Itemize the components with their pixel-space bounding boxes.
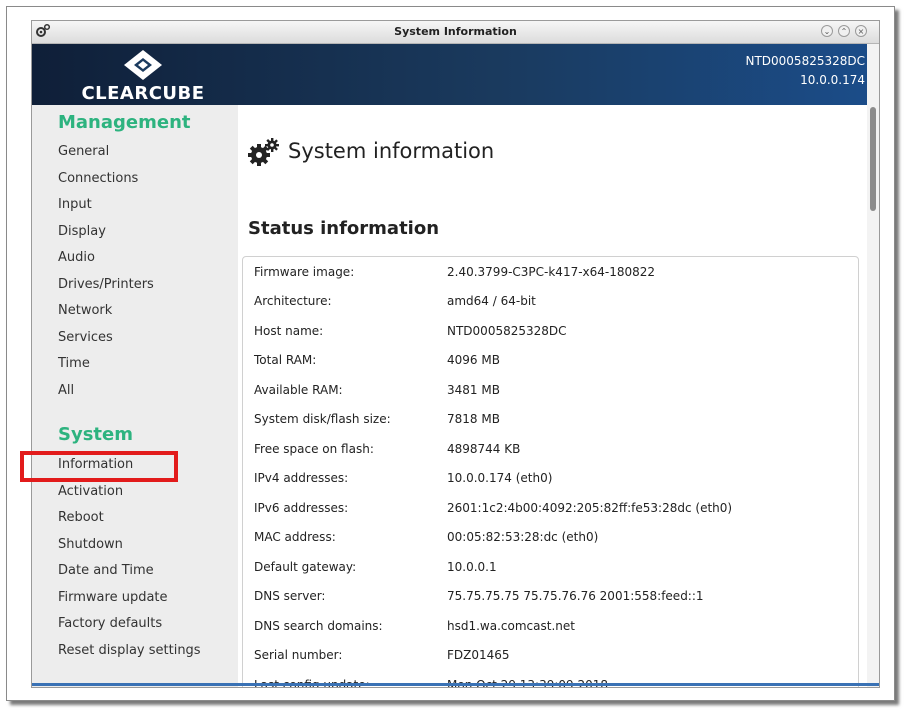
sidebar-item-general[interactable]: General	[58, 144, 109, 159]
sidebar-item-time[interactable]: Time	[58, 356, 90, 371]
row-value: hsd1.wa.comcast.net	[447, 619, 575, 633]
table-row: DNS server: 75.75.75.75 75.75.76.76 2001…	[243, 581, 858, 610]
row-value: 10.0.0.174 (eth0)	[447, 471, 553, 485]
row-label: IPv6 addresses:	[254, 501, 349, 515]
sidebar-item-display[interactable]: Display	[58, 224, 106, 239]
main-content: System information Status information Fi…	[238, 105, 879, 687]
row-value: 75.75.75.75 75.75.76.76 2001:558:feed::1	[447, 589, 704, 603]
sidebar-item-services[interactable]: Services	[58, 330, 113, 345]
table-row: Available RAM: 3481 MB	[243, 375, 858, 404]
host-info: NTD0005825328DC 10.0.0.174	[745, 52, 865, 90]
minimize-icon[interactable]: ⌄	[821, 25, 833, 37]
status-heading: Status information	[248, 218, 440, 239]
row-value: 4096 MB	[447, 353, 500, 367]
row-value: 00:05:82:53:28:dc (eth0)	[447, 530, 599, 544]
logo-text: CLEARCUBE	[81, 83, 205, 104]
row-label: System disk/flash size:	[254, 412, 391, 426]
information-highlight-box	[20, 451, 178, 482]
table-row: Serial number: FDZ01465	[243, 640, 858, 669]
table-row: MAC address: 00:05:82:53:28:dc (eth0)	[243, 522, 858, 551]
row-label: IPv4 addresses:	[254, 471, 349, 485]
window-bottom-bar	[32, 683, 879, 686]
vertical-scrollbar[interactable]	[867, 44, 879, 687]
sidebar-item-drives-printers[interactable]: Drives/Printers	[58, 277, 154, 292]
row-label: Available RAM:	[254, 383, 343, 397]
row-label: Host name:	[254, 324, 324, 338]
row-label: Total RAM:	[254, 353, 317, 367]
sidebar-item-all[interactable]: All	[58, 383, 74, 398]
row-value: 7818 MB	[447, 412, 500, 426]
system-information-window: System Information ⌄ ⌃ × CLEARCUBE NTD00…	[31, 20, 880, 688]
row-value: 2601:1c2:4b00:4092:205:82ff:fe53:28dc (e…	[447, 501, 733, 515]
management-heading: Management	[58, 112, 191, 133]
sidebar: Management General Connections Input Dis…	[32, 105, 238, 687]
table-row: Total RAM: 4096 MB	[243, 345, 858, 374]
sidebar-item-input[interactable]: Input	[58, 197, 92, 212]
table-row: Free space on flash: 4898744 KB	[243, 434, 858, 463]
window-title: System Information	[394, 25, 517, 38]
table-row: DNS search domains: hsd1.wa.comcast.net	[243, 611, 858, 640]
title-bar[interactable]: System Information ⌄ ⌃ ×	[32, 21, 879, 44]
gears-icon	[248, 138, 279, 166]
row-label: Serial number:	[254, 648, 343, 662]
cube-logo-icon	[124, 50, 162, 80]
table-row: Default gateway: 10.0.0.1	[243, 552, 858, 581]
clearcube-logo: CLEARCUBE	[58, 48, 228, 104]
scrollbar-thumb[interactable]	[870, 107, 876, 211]
sidebar-item-reset-display-settings[interactable]: Reset display settings	[58, 643, 201, 658]
sidebar-item-network[interactable]: Network	[58, 303, 112, 318]
row-value: amd64 / 64-bit	[447, 294, 536, 308]
row-value: 10.0.0.1	[447, 560, 497, 574]
row-label: MAC address:	[254, 530, 336, 544]
table-row: Host name: NTD0005825328DC	[243, 316, 858, 345]
row-value: NTD0005825328DC	[447, 324, 567, 338]
row-label: Architecture:	[254, 294, 332, 308]
sidebar-item-reboot[interactable]: Reboot	[58, 510, 104, 525]
table-row: IPv4 addresses: 10.0.0.174 (eth0)	[243, 463, 858, 492]
row-label: DNS search domains:	[254, 619, 383, 633]
row-value: 4898744 KB	[447, 442, 521, 456]
sidebar-item-connections[interactable]: Connections	[58, 171, 138, 186]
maximize-icon[interactable]: ⌃	[838, 25, 850, 37]
sidebar-item-factory-defaults[interactable]: Factory defaults	[58, 616, 162, 631]
row-label: Firmware image:	[254, 265, 355, 279]
page-title: System information	[288, 139, 495, 163]
sidebar-item-firmware-update[interactable]: Firmware update	[58, 590, 168, 605]
sidebar-item-date-and-time[interactable]: Date and Time	[58, 563, 154, 578]
row-label: DNS server:	[254, 589, 326, 603]
table-row: IPv6 addresses: 2601:1c2:4b00:4092:205:8…	[243, 493, 858, 522]
row-value: FDZ01465	[447, 648, 510, 662]
close-icon[interactable]: ×	[855, 25, 867, 37]
banner-ip: 10.0.0.174	[800, 73, 865, 87]
table-row: Architecture: amd64 / 64-bit	[243, 286, 858, 315]
status-info-table: Firmware image: 2.40.3799-C3PC-k417-x64-…	[242, 256, 859, 687]
system-heading: System	[58, 424, 133, 445]
banner-hostname: NTD0005825328DC	[745, 54, 865, 68]
table-row: Firmware image: 2.40.3799-C3PC-k417-x64-…	[243, 257, 858, 286]
table-row: System disk/flash size: 7818 MB	[243, 404, 858, 433]
row-value: 2.40.3799-C3PC-k417-x64-180822	[447, 265, 656, 279]
sidebar-item-activation[interactable]: Activation	[58, 484, 123, 499]
row-label: Free space on flash:	[254, 442, 374, 456]
sidebar-item-shutdown[interactable]: Shutdown	[58, 537, 123, 552]
header-banner: CLEARCUBE NTD0005825328DC 10.0.0.174	[32, 44, 879, 105]
row-label: Default gateway:	[254, 560, 357, 574]
row-value: 3481 MB	[447, 383, 500, 397]
sidebar-item-audio[interactable]: Audio	[58, 250, 95, 265]
